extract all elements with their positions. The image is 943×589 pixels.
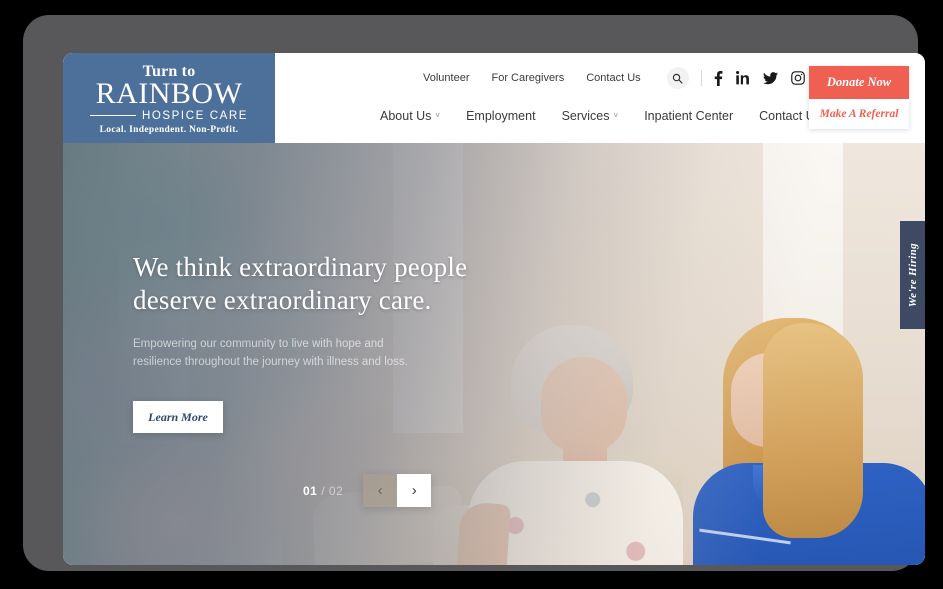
- slider-controls: 01 / 02 ‹ ›: [303, 474, 432, 507]
- slide-separator: /: [321, 483, 326, 498]
- instagram-icon[interactable]: [790, 71, 805, 85]
- chevron-left-icon[interactable]: ‹: [363, 474, 398, 507]
- device-side-buttons: [23, 135, 33, 525]
- device-button-power: [23, 135, 32, 187]
- learn-more-button[interactable]: Learn More: [133, 401, 223, 433]
- chevron-down-icon: ˅: [435, 110, 441, 120]
- device-button-extra-2: [23, 487, 32, 513]
- hero-subtitle: Empowering our community to live with ho…: [133, 338, 408, 368]
- device-button-volume-down: [23, 359, 32, 385]
- hero-heading: We think extraordinary people deserve ex…: [133, 252, 468, 315]
- slider-arrow-group: ‹ ›: [363, 474, 432, 507]
- header-divider: [700, 70, 702, 86]
- logo-tagline-text: Local. Independent. Non-Profit.: [99, 124, 239, 135]
- facebook-icon[interactable]: [714, 70, 723, 86]
- utility-link-volunteer[interactable]: Volunteer: [423, 72, 469, 84]
- nav-item-inpatient-center[interactable]: Inpatient Center: [644, 109, 733, 123]
- hero-content: We think extraordinary people deserve ex…: [133, 251, 493, 433]
- utility-link-contact-us[interactable]: Contact Us: [586, 72, 640, 84]
- search-icon[interactable]: [666, 67, 689, 89]
- nav-item-employment[interactable]: Employment: [466, 109, 535, 123]
- logo-rainbow-text: RAINBOW: [95, 76, 243, 110]
- nav-label-services: Services: [561, 109, 610, 123]
- nav-item-about-us[interactable]: About Us ˅: [380, 109, 440, 123]
- device-button-volume-up: [23, 321, 32, 347]
- device-mockup-frame: Turn to RAINBOW HOSPICE CARE Local. Inde…: [23, 15, 925, 571]
- logo-divider-rule: [89, 114, 136, 117]
- site-header: Turn to RAINBOW HOSPICE CARE Local. Inde…: [63, 53, 925, 143]
- nav-item-services[interactable]: Services ˅: [562, 109, 619, 123]
- slide-counter: 01 / 02: [303, 484, 343, 498]
- hero-slider: We think extraordinary people deserve ex…: [63, 143, 925, 565]
- twitter-icon[interactable]: [762, 71, 778, 85]
- slide-total-number: 02: [328, 483, 344, 498]
- nav-label-inpatient-center: Inpatient Center: [644, 109, 734, 123]
- make-a-referral-button[interactable]: Make A Referral: [809, 99, 909, 129]
- site-logo[interactable]: Turn to RAINBOW HOSPICE CARE Local. Inde…: [63, 53, 275, 143]
- were-hiring-label: We're Hiring: [906, 242, 919, 308]
- logo-rule-row: HOSPICE CARE: [89, 109, 249, 122]
- browser-screen: Turn to RAINBOW HOSPICE CARE Local. Inde…: [63, 53, 925, 565]
- logo-hospice-care-text: HOSPICE CARE: [141, 109, 249, 122]
- slide-current-number: 01: [303, 483, 318, 498]
- chevron-right-icon[interactable]: ›: [397, 474, 432, 507]
- nav-label-about-us: About Us: [380, 109, 432, 123]
- linkedin-icon[interactable]: [735, 71, 750, 85]
- utility-link-for-caregivers[interactable]: For Caregivers: [491, 72, 564, 84]
- device-button-extra: [23, 435, 32, 475]
- header-right-area: Volunteer For Caregivers Contact Us Abou…: [275, 53, 925, 143]
- were-hiring-tab[interactable]: We're Hiring: [900, 221, 925, 329]
- header-cta-stack: Donate Now Make A Referral: [809, 66, 909, 129]
- nav-label-employment: Employment: [466, 109, 536, 123]
- donate-now-button[interactable]: Donate Now: [809, 66, 909, 99]
- chevron-down-icon: ˅: [613, 110, 619, 120]
